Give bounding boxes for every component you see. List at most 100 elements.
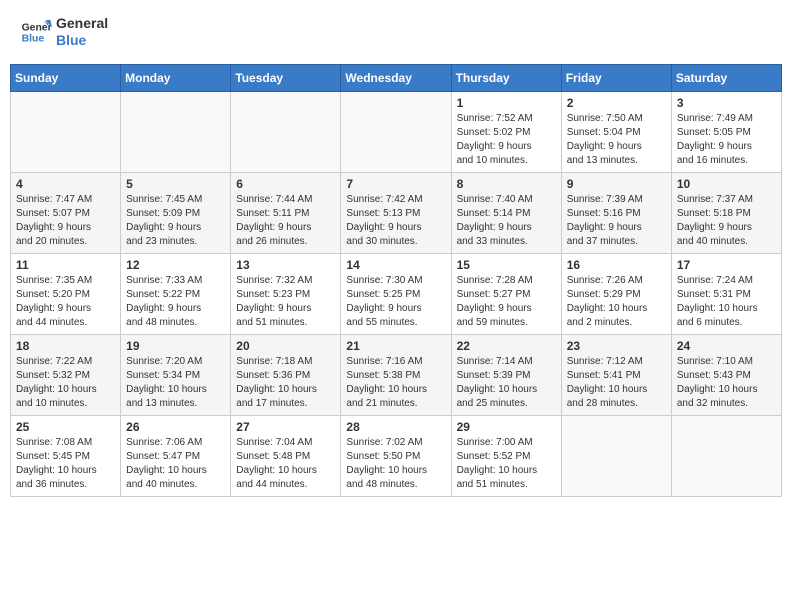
- calendar-cell: [671, 415, 781, 496]
- day-info: Sunrise: 7:02 AM Sunset: 5:50 PM Dayligh…: [346, 436, 445, 492]
- column-header-monday: Monday: [121, 64, 231, 91]
- day-number: 22: [457, 339, 556, 353]
- calendar-table: SundayMondayTuesdayWednesdayThursdayFrid…: [10, 64, 782, 497]
- day-info: Sunrise: 7:44 AM Sunset: 5:11 PM Dayligh…: [236, 193, 335, 249]
- calendar-cell: 15 Sunrise: 7:28 AM Sunset: 5:27 PM Dayli…: [451, 253, 561, 334]
- calendar-cell: 9 Sunrise: 7:39 AM Sunset: 5:16 PM Daylig…: [561, 172, 671, 253]
- day-info: Sunrise: 7:37 AM Sunset: 5:18 PM Dayligh…: [677, 193, 776, 249]
- calendar-cell: 17 Sunrise: 7:24 AM Sunset: 5:31 PM Dayli…: [671, 253, 781, 334]
- day-info: Sunrise: 7:30 AM Sunset: 5:25 PM Dayligh…: [346, 274, 445, 330]
- day-number: 15: [457, 258, 556, 272]
- calendar-cell: 3Sunrise: 7:49 AM Sunset: 5:05 PM Daylig…: [671, 91, 781, 172]
- day-info: Sunrise: 7:24 AM Sunset: 5:31 PM Dayligh…: [677, 274, 776, 330]
- day-info: Sunrise: 7:20 AM Sunset: 5:34 PM Dayligh…: [126, 355, 225, 411]
- day-info: Sunrise: 7:18 AM Sunset: 5:36 PM Dayligh…: [236, 355, 335, 411]
- day-number: 27: [236, 420, 335, 434]
- calendar-cell: 28 Sunrise: 7:02 AM Sunset: 5:50 PM Dayli…: [341, 415, 451, 496]
- day-info: Sunrise: 7:42 AM Sunset: 5:13 PM Dayligh…: [346, 193, 445, 249]
- day-number: 2: [567, 96, 666, 110]
- calendar-cell: 29 Sunrise: 7:00 AM Sunset: 5:52 PM Dayli…: [451, 415, 561, 496]
- calendar-cell: 22 Sunrise: 7:14 AM Sunset: 5:39 PM Dayli…: [451, 334, 561, 415]
- column-header-thursday: Thursday: [451, 64, 561, 91]
- calendar-cell: 5Sunrise: 7:45 AM Sunset: 5:09 PM Daylig…: [121, 172, 231, 253]
- calendar-cell: 14 Sunrise: 7:30 AM Sunset: 5:25 PM Dayli…: [341, 253, 451, 334]
- calendar-cell: 11Sunrise: 7:35 AM Sunset: 5:20 PM Dayli…: [11, 253, 121, 334]
- calendar-cell: 19 Sunrise: 7:20 AM Sunset: 5:34 PM Dayli…: [121, 334, 231, 415]
- calendar-cell: 1 Sunrise: 7:52 AM Sunset: 5:02 PM Daylig…: [451, 91, 561, 172]
- day-number: 24: [677, 339, 776, 353]
- column-header-wednesday: Wednesday: [341, 64, 451, 91]
- calendar-cell: 18 Sunrise: 7:22 AM Sunset: 5:32 PM Dayli…: [11, 334, 121, 415]
- calendar-cell: [121, 91, 231, 172]
- day-info: Sunrise: 7:06 AM Sunset: 5:47 PM Dayligh…: [126, 436, 225, 492]
- day-info: Sunrise: 7:50 AM Sunset: 5:04 PM Dayligh…: [567, 112, 666, 168]
- day-number: 8: [457, 177, 556, 191]
- day-info: Sunrise: 7:00 AM Sunset: 5:52 PM Dayligh…: [457, 436, 556, 492]
- calendar-cell: 26 Sunrise: 7:06 AM Sunset: 5:47 PM Dayli…: [121, 415, 231, 496]
- day-number: 19: [126, 339, 225, 353]
- logo-blue: Blue: [56, 32, 108, 49]
- calendar-cell: 4 Sunrise: 7:47 AM Sunset: 5:07 PM Daylig…: [11, 172, 121, 253]
- day-number: 9: [567, 177, 666, 191]
- day-info: Sunrise: 7:33 AM Sunset: 5:22 PM Dayligh…: [126, 274, 225, 330]
- day-info: Sunrise: 7:52 AM Sunset: 5:02 PM Dayligh…: [457, 112, 556, 168]
- header: General Blue General Blue: [10, 10, 782, 54]
- day-info: Sunrise: 7:12 AM Sunset: 5:41 PM Dayligh…: [567, 355, 666, 411]
- calendar-cell: 10 Sunrise: 7:37 AM Sunset: 5:18 PM Dayli…: [671, 172, 781, 253]
- day-number: 10: [677, 177, 776, 191]
- day-number: 20: [236, 339, 335, 353]
- day-number: 11: [16, 258, 115, 272]
- day-number: 12: [126, 258, 225, 272]
- calendar-cell: 2 Sunrise: 7:50 AM Sunset: 5:04 PM Daylig…: [561, 91, 671, 172]
- day-number: 25: [16, 420, 115, 434]
- calendar-cell: 12 Sunrise: 7:33 AM Sunset: 5:22 PM Dayli…: [121, 253, 231, 334]
- day-number: 14: [346, 258, 445, 272]
- day-info: Sunrise: 7:47 AM Sunset: 5:07 PM Dayligh…: [16, 193, 115, 249]
- calendar-cell: 23 Sunrise: 7:12 AM Sunset: 5:41 PM Dayli…: [561, 334, 671, 415]
- calendar-cell: 16 Sunrise: 7:26 AM Sunset: 5:29 PM Dayli…: [561, 253, 671, 334]
- day-number: 18: [16, 339, 115, 353]
- calendar-cell: 8 Sunrise: 7:40 AM Sunset: 5:14 PM Daylig…: [451, 172, 561, 253]
- column-header-friday: Friday: [561, 64, 671, 91]
- day-number: 16: [567, 258, 666, 272]
- day-info: Sunrise: 7:26 AM Sunset: 5:29 PM Dayligh…: [567, 274, 666, 330]
- logo-general: General: [56, 15, 108, 32]
- day-number: 7: [346, 177, 445, 191]
- day-number: 26: [126, 420, 225, 434]
- day-info: Sunrise: 7:49 AM Sunset: 5:05 PM Dayligh…: [677, 112, 776, 168]
- day-number: 21: [346, 339, 445, 353]
- day-info: Sunrise: 7:10 AM Sunset: 5:43 PM Dayligh…: [677, 355, 776, 411]
- column-header-tuesday: Tuesday: [231, 64, 341, 91]
- logo-icon: General Blue: [20, 16, 52, 48]
- calendar-cell: 20 Sunrise: 7:18 AM Sunset: 5:36 PM Dayli…: [231, 334, 341, 415]
- calendar-cell: 27 Sunrise: 7:04 AM Sunset: 5:48 PM Dayli…: [231, 415, 341, 496]
- day-number: 17: [677, 258, 776, 272]
- logo: General Blue General Blue: [20, 15, 108, 49]
- day-info: Sunrise: 7:14 AM Sunset: 5:39 PM Dayligh…: [457, 355, 556, 411]
- day-info: Sunrise: 7:32 AM Sunset: 5:23 PM Dayligh…: [236, 274, 335, 330]
- column-header-sunday: Sunday: [11, 64, 121, 91]
- day-number: 23: [567, 339, 666, 353]
- day-number: 28: [346, 420, 445, 434]
- calendar-cell: 13 Sunrise: 7:32 AM Sunset: 5:23 PM Dayli…: [231, 253, 341, 334]
- calendar-cell: [231, 91, 341, 172]
- day-number: 29: [457, 420, 556, 434]
- day-number: 5: [126, 177, 225, 191]
- day-info: Sunrise: 7:40 AM Sunset: 5:14 PM Dayligh…: [457, 193, 556, 249]
- svg-text:Blue: Blue: [22, 33, 45, 44]
- day-info: Sunrise: 7:16 AM Sunset: 5:38 PM Dayligh…: [346, 355, 445, 411]
- day-number: 13: [236, 258, 335, 272]
- day-info: Sunrise: 7:28 AM Sunset: 5:27 PM Dayligh…: [457, 274, 556, 330]
- day-number: 1: [457, 96, 556, 110]
- calendar-cell: 21 Sunrise: 7:16 AM Sunset: 5:38 PM Dayli…: [341, 334, 451, 415]
- calendar-cell: 24 Sunrise: 7:10 AM Sunset: 5:43 PM Dayli…: [671, 334, 781, 415]
- calendar-cell: [11, 91, 121, 172]
- column-header-saturday: Saturday: [671, 64, 781, 91]
- day-number: 4: [16, 177, 115, 191]
- day-number: 6: [236, 177, 335, 191]
- calendar-cell: [561, 415, 671, 496]
- day-info: Sunrise: 7:04 AM Sunset: 5:48 PM Dayligh…: [236, 436, 335, 492]
- calendar-cell: 25Sunrise: 7:08 AM Sunset: 5:45 PM Dayli…: [11, 415, 121, 496]
- day-info: Sunrise: 7:39 AM Sunset: 5:16 PM Dayligh…: [567, 193, 666, 249]
- day-info: Sunrise: 7:22 AM Sunset: 5:32 PM Dayligh…: [16, 355, 115, 411]
